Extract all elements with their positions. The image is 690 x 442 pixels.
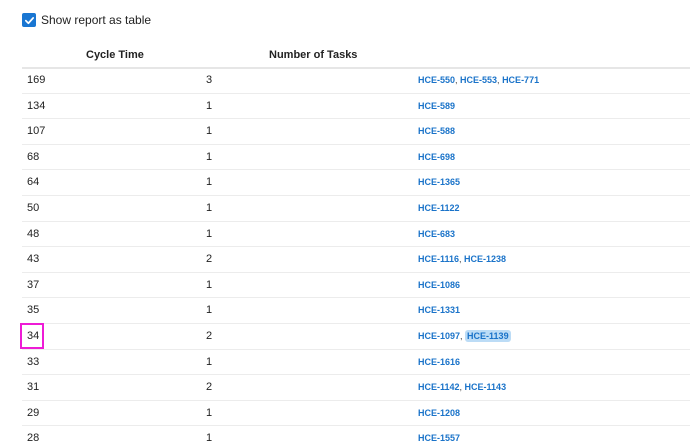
table-row: 134 1 HCE-589: [22, 94, 690, 120]
column-header-number-of-tasks[interactable]: Number of Tasks: [269, 49, 357, 61]
task-link[interactable]: HCE-1122: [418, 203, 460, 213]
table-row: 48 1 HCE-683: [22, 222, 690, 248]
task-links-cell: HCE-683: [418, 229, 455, 239]
task-link[interactable]: HCE-1331: [418, 305, 460, 315]
table-row: 33 1 HCE-1616: [22, 350, 690, 376]
task-links-cell: HCE-1557: [418, 433, 460, 442]
task-link[interactable]: HCE-588: [418, 126, 455, 136]
cycle-time-cell: 31: [27, 381, 40, 394]
cycle-time-cell: 29: [27, 406, 40, 419]
cycle-time-cell: 64: [27, 176, 40, 189]
cycle-time-cell: 107: [27, 125, 46, 138]
task-link[interactable]: HCE-1139: [465, 329, 511, 342]
show-as-table-label: Show report as table: [41, 13, 152, 27]
task-count-cell: 1: [206, 406, 213, 419]
task-count-cell: 1: [206, 99, 213, 112]
task-link[interactable]: HCE-698: [418, 152, 455, 162]
table-row: 68 1 HCE-698: [22, 145, 690, 171]
checkmark-icon: [24, 16, 34, 24]
table-row: 50 1 HCE-1122: [22, 196, 690, 222]
table-row: 43 2 HCE-1116, HCE-1238: [22, 247, 690, 273]
task-count-cell: 1: [206, 125, 213, 138]
task-count-cell: 1: [206, 176, 213, 189]
table-body: 169 3 HCE-550, HCE-553, HCE-771 134 1 HCE-589…: [22, 68, 690, 442]
table-row: 31 2 HCE-1142, HCE-1143: [22, 375, 690, 401]
task-link[interactable]: HCE-771: [502, 75, 539, 85]
task-links-cell: HCE-1122: [418, 203, 460, 213]
task-count-cell: 2: [206, 253, 213, 266]
report-page: Show report as table Cycle Time Number o…: [0, 0, 690, 442]
cycle-time-cell: 50: [27, 201, 40, 214]
cycle-time-cell: 28: [27, 432, 40, 442]
task-link[interactable]: HCE-550: [418, 75, 455, 85]
task-link[interactable]: HCE-1086: [418, 280, 460, 290]
task-link[interactable]: HCE-683: [418, 229, 455, 239]
cycle-time-cell: 35: [27, 304, 40, 317]
task-link[interactable]: HCE-1616: [418, 357, 460, 367]
task-count-cell: 2: [206, 329, 213, 342]
task-count-cell: 1: [206, 150, 213, 163]
cycle-time-cell: 34: [27, 329, 40, 342]
task-link[interactable]: HCE-589: [418, 101, 455, 111]
task-count-cell: 1: [206, 304, 213, 317]
cycle-time-cell: 134: [27, 99, 46, 112]
task-count-cell: 1: [206, 201, 213, 214]
task-links-cell: HCE-1086: [418, 280, 460, 290]
table-row: 169 3 HCE-550, HCE-553, HCE-771: [22, 68, 690, 94]
task-links-cell: HCE-698: [418, 152, 455, 162]
task-count-cell: 1: [206, 278, 213, 291]
task-count-cell: 1: [206, 355, 213, 368]
task-links-cell: HCE-588: [418, 126, 455, 136]
task-link[interactable]: HCE-1097: [418, 331, 460, 341]
table-row: 35 1 HCE-1331: [22, 298, 690, 324]
task-links-cell: HCE-1208: [418, 408, 460, 418]
table-header: Cycle Time Number of Tasks: [22, 43, 690, 69]
task-link[interactable]: HCE-1365: [418, 177, 460, 187]
task-links-cell: HCE-550, HCE-553, HCE-771: [418, 75, 539, 85]
show-as-table-checkbox[interactable]: [22, 13, 36, 27]
task-link[interactable]: HCE-553: [460, 75, 497, 85]
cycle-time-cell: 48: [27, 227, 40, 240]
task-link[interactable]: HCE-1238: [464, 254, 506, 264]
task-links-cell: HCE-1331: [418, 305, 460, 315]
task-links-cell: HCE-1365: [418, 177, 460, 187]
task-link[interactable]: HCE-1208: [418, 408, 460, 418]
table-row: 28 1 HCE-1557: [22, 426, 690, 442]
cycle-time-cell: 68: [27, 150, 40, 163]
table-row: 37 1 HCE-1086: [22, 273, 690, 299]
column-header-cycle-time[interactable]: Cycle Time: [86, 49, 144, 61]
task-links-cell: HCE-1142, HCE-1143: [418, 382, 506, 392]
task-count-cell: 1: [206, 227, 213, 240]
cycle-time-cell: 169: [27, 74, 46, 86]
task-links-cell: HCE-1097, HCE-1139: [418, 329, 511, 342]
table-row: 34 2 HCE-1097, HCE-1139: [22, 324, 690, 350]
cycle-time-cell: 37: [27, 278, 40, 291]
task-link[interactable]: HCE-1143: [465, 382, 507, 392]
table-row: 107 1 HCE-588: [22, 119, 690, 145]
task-link[interactable]: HCE-1142: [418, 382, 460, 392]
task-count-cell: 2: [206, 381, 213, 394]
task-links-cell: HCE-589: [418, 101, 455, 111]
show-as-table-toggle[interactable]: Show report as table: [22, 12, 151, 28]
cycle-time-cell: 33: [27, 355, 40, 368]
task-count-cell: 3: [206, 74, 213, 86]
task-link[interactable]: HCE-1557: [418, 433, 460, 442]
cycle-time-cell: 43: [27, 253, 40, 266]
task-links-cell: HCE-1116, HCE-1238: [418, 254, 506, 264]
table-row: 64 1 HCE-1365: [22, 170, 690, 196]
task-count-cell: 1: [206, 432, 213, 442]
table-row: 29 1 HCE-1208: [22, 401, 690, 427]
task-link[interactable]: HCE-1116: [418, 254, 459, 264]
task-links-cell: HCE-1616: [418, 357, 460, 367]
